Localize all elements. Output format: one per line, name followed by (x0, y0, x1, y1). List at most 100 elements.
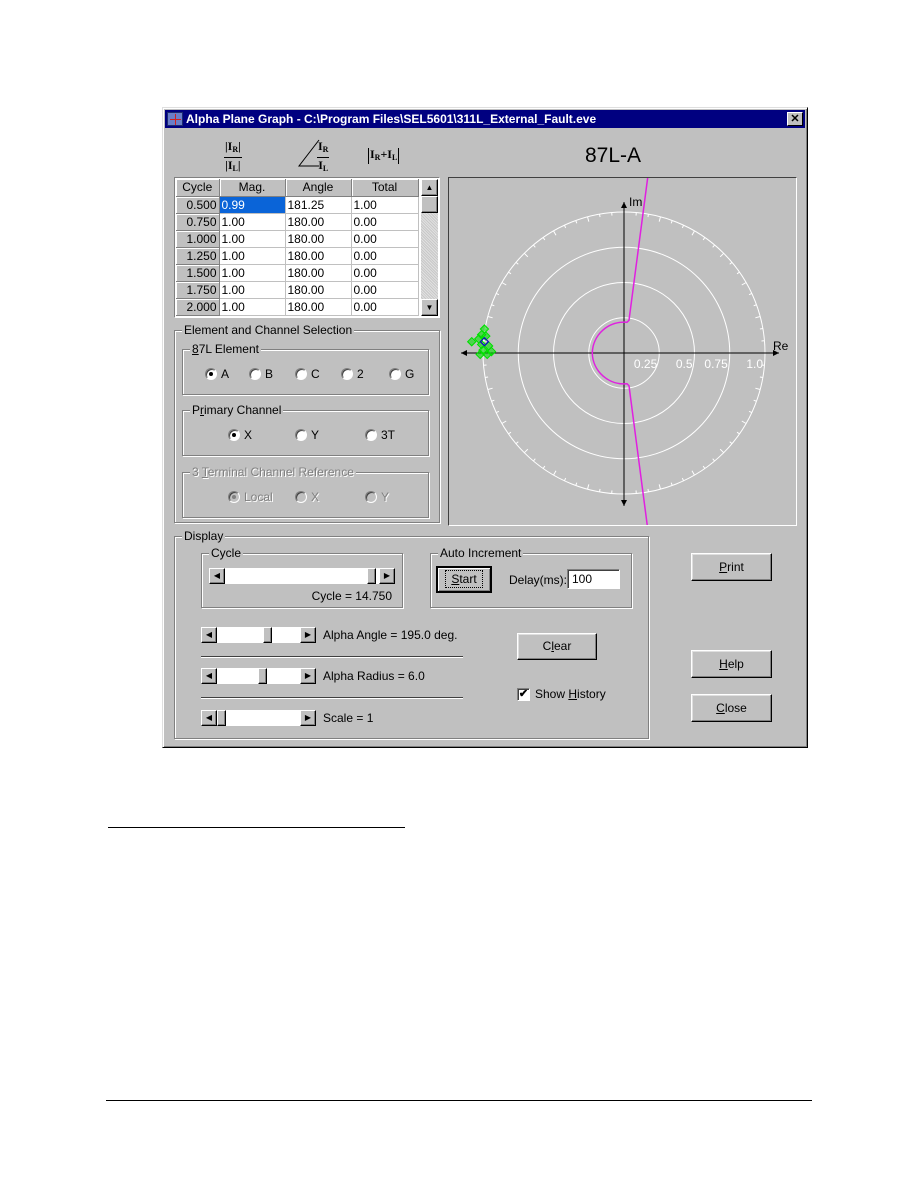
cell-mag[interactable]: 1.00 (219, 281, 286, 299)
scrollbar-thumb[interactable] (421, 196, 438, 213)
radio-x[interactable]: X (228, 428, 252, 442)
scroll-left-arrow-icon[interactable]: ◀ (209, 568, 225, 584)
radio-3t[interactable]: 3T (365, 428, 395, 442)
cell-angle[interactable]: 180.00 (285, 298, 352, 316)
cell-total[interactable]: 0.00 (351, 264, 419, 282)
radio-indicator[interactable] (295, 429, 307, 441)
radio-indicator[interactable] (365, 491, 377, 503)
show-history-label: Show History (535, 687, 606, 701)
column-header-mag[interactable]: Mag. (219, 179, 286, 197)
help-button[interactable]: Help (691, 650, 772, 678)
cell-cycle[interactable]: 1.500 (176, 264, 220, 282)
radio-indicator[interactable] (341, 368, 353, 380)
print-button[interactable]: Print (691, 553, 772, 581)
angle-tick (491, 399, 495, 402)
scale-slider[interactable]: ◀ ▶ (201, 710, 316, 726)
table-row[interactable]: 1.500 1.00 180.00 0.00 (176, 264, 419, 282)
column-header-angle[interactable]: Angle (285, 179, 352, 197)
radio-y[interactable]: Y (365, 490, 389, 504)
scroll-right-arrow-icon[interactable]: ▶ (300, 627, 316, 643)
scroll-down-arrow-icon[interactable]: ▼ (421, 299, 438, 316)
scroll-up-arrow-icon[interactable]: ▲ (421, 179, 438, 196)
radio-2[interactable]: 2 (341, 367, 364, 381)
cell-angle[interactable]: 180.00 (285, 247, 352, 265)
radio-indicator[interactable] (228, 429, 240, 441)
table-row[interactable]: 0.500 0.99 181.25 1.00 (176, 196, 419, 214)
cell-cycle[interactable]: 1.000 (176, 230, 220, 248)
cell-mag[interactable]: 1.00 (219, 230, 286, 248)
alpha-radius-slider-thumb[interactable] (258, 668, 267, 684)
cell-angle[interactable]: 180.00 (285, 230, 352, 248)
show-history-checkbox[interactable]: ✔ Show History (517, 687, 606, 701)
scroll-left-arrow-icon[interactable]: ◀ (201, 710, 217, 726)
radio-indicator[interactable] (295, 491, 307, 503)
radio-indicator[interactable] (228, 491, 240, 503)
close-button[interactable]: Close (691, 694, 772, 722)
cell-mag[interactable]: 1.00 (219, 247, 286, 265)
radio-local[interactable]: Local (228, 490, 273, 504)
cycle-slider[interactable]: ◀ ▶ (209, 568, 395, 584)
delay-input[interactable] (567, 569, 620, 589)
radio-indicator[interactable] (365, 429, 377, 441)
table-row[interactable]: 1.250 1.00 180.00 0.00 (176, 247, 419, 265)
radio-indicator[interactable] (205, 368, 217, 380)
cell-angle[interactable]: 180.00 (285, 281, 352, 299)
cell-angle[interactable]: 180.00 (285, 264, 352, 282)
radio-b[interactable]: B (249, 367, 273, 381)
title-bar[interactable]: Alpha Plane Graph - C:\Program Files\SEL… (165, 110, 805, 128)
radio-indicator[interactable] (295, 368, 307, 380)
cell-mag[interactable]: 1.00 (219, 213, 286, 231)
alpha-plane-plot[interactable]: Re Im 0.25 0.5 0.75 1.0 (448, 175, 797, 528)
radio-c[interactable]: C (295, 367, 320, 381)
cell-cycle[interactable]: 2.000 (176, 298, 220, 316)
angle-tick (691, 230, 695, 236)
radio-g[interactable]: G (389, 367, 414, 381)
cell-total[interactable]: 0.00 (351, 230, 419, 248)
angle-ratio-button[interactable]: IR IL (297, 138, 343, 173)
start-button[interactable]: Start (436, 566, 492, 593)
table-row[interactable]: 0.750 1.00 180.00 0.00 (176, 213, 419, 231)
cycle-data-grid[interactable]: Cycle Mag. Angle Total 0.500 0.99 181.25 1.… (174, 177, 440, 318)
scroll-right-arrow-icon[interactable]: ▶ (300, 710, 316, 726)
alpha-angle-slider[interactable]: ◀ ▶ (201, 627, 316, 643)
cell-mag[interactable]: 1.00 (219, 264, 286, 282)
magnitude-ratio-button[interactable]: |IR| |IL| (224, 140, 242, 175)
close-icon[interactable]: ✕ (787, 112, 803, 126)
scroll-right-arrow-icon[interactable]: ▶ (300, 668, 316, 684)
table-row[interactable]: 2.000 1.00 180.00 0.00 (176, 298, 419, 316)
cell-total[interactable]: 0.00 (351, 298, 419, 316)
checkmark-icon[interactable]: ✔ (517, 687, 530, 701)
radio-x[interactable]: X (295, 490, 319, 504)
table-vertical-scrollbar[interactable]: ▲ ▼ (421, 179, 438, 316)
cycle-slider-thumb[interactable] (367, 568, 376, 584)
cell-total[interactable]: 0.00 (351, 213, 419, 231)
cell-cycle[interactable]: 0.500 (176, 196, 220, 214)
scroll-left-arrow-icon[interactable]: ◀ (201, 627, 217, 643)
cell-angle[interactable]: 180.00 (285, 213, 352, 231)
cell-total[interactable]: 0.00 (351, 247, 419, 265)
radio-y[interactable]: Y (295, 428, 319, 442)
cell-total[interactable]: 0.00 (351, 281, 419, 299)
cell-mag[interactable]: 0.99 (219, 196, 286, 214)
alpha-radius-slider[interactable]: ◀ ▶ (201, 668, 316, 684)
cell-cycle[interactable]: 0.750 (176, 213, 220, 231)
column-header-total[interactable]: Total (351, 179, 419, 197)
radio-indicator[interactable] (249, 368, 261, 380)
angle-tick (748, 410, 753, 414)
table-row[interactable]: 1.750 1.00 180.00 0.00 (176, 281, 419, 299)
radio-a[interactable]: A (205, 367, 229, 381)
alpha-angle-slider-thumb[interactable] (263, 627, 272, 643)
clear-button[interactable]: Clear (517, 633, 597, 660)
cell-total[interactable]: 1.00 (351, 196, 419, 214)
cell-cycle[interactable]: 1.750 (176, 281, 220, 299)
cell-mag[interactable]: 1.00 (219, 298, 286, 316)
column-header-cycle[interactable]: Cycle (176, 179, 220, 197)
cell-cycle[interactable]: 1.250 (176, 247, 220, 265)
scroll-left-arrow-icon[interactable]: ◀ (201, 668, 217, 684)
table-row[interactable]: 1.000 1.00 180.00 0.00 (176, 230, 419, 248)
scale-slider-thumb[interactable] (217, 710, 226, 726)
cell-angle[interactable]: 181.25 (285, 196, 352, 214)
radio-indicator[interactable] (389, 368, 401, 380)
scroll-right-arrow-icon[interactable]: ▶ (379, 568, 395, 584)
total-current-button[interactable]: IR+IL (368, 148, 400, 164)
